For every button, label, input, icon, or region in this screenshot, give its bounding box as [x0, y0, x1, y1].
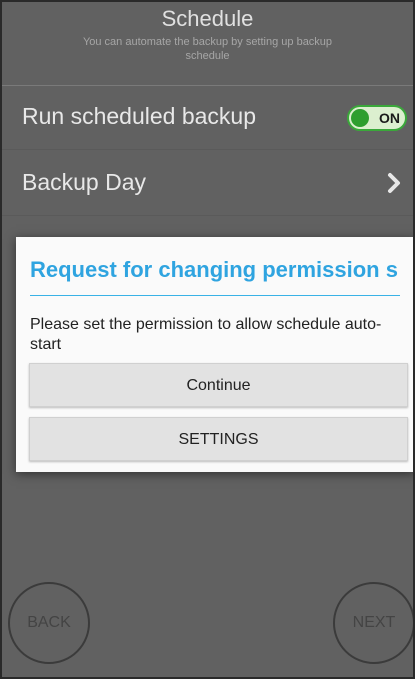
dialog-message: Please set the permission to allow sched…: [30, 316, 382, 353]
toggle-knob: [351, 109, 369, 127]
backup-day-row[interactable]: Backup Day: [2, 152, 413, 216]
dialog-divider: [30, 295, 400, 296]
run-scheduled-backup-toggle[interactable]: ON: [347, 105, 407, 131]
settings-button[interactable]: SETTINGS: [29, 417, 408, 461]
permission-dialog: Request for changing permission s Please…: [16, 237, 413, 472]
schedule-header: Schedule You can automate the backup by …: [2, 2, 413, 86]
schedule-screen: Schedule You can automate the backup by …: [0, 0, 415, 679]
run-scheduled-backup-row[interactable]: Run scheduled backup ON: [2, 86, 413, 150]
dialog-title: Request for changing permission s: [30, 257, 398, 282]
page-title: Schedule: [161, 6, 254, 31]
page-subtitle: You can automate the backup by setting u…: [82, 36, 333, 62]
backup-day-label: Backup Day: [22, 169, 147, 195]
next-button[interactable]: NEXT: [333, 582, 413, 664]
chevron-right-icon: [388, 173, 400, 193]
run-scheduled-backup-label: Run scheduled backup: [22, 103, 256, 129]
continue-button[interactable]: Continue: [29, 363, 408, 407]
back-button[interactable]: BACK: [8, 582, 90, 664]
toggle-state-label: ON: [379, 110, 400, 126]
